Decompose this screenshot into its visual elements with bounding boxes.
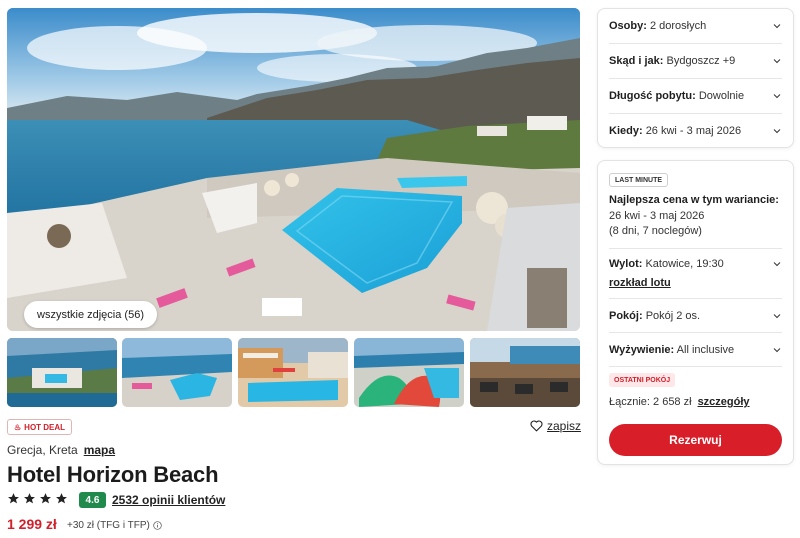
price-extra-text: +30 zł (TFG i TFP)	[67, 520, 150, 531]
chevron-down-icon	[773, 129, 781, 134]
filter-origin[interactable]: Skąd i jak: Bydgoszcz +9	[609, 44, 782, 78]
filter-duration[interactable]: Długość pobytu: Dowolnie	[609, 79, 782, 113]
price-extra: +30 zł (TFG i TFP)	[67, 520, 162, 531]
chevron-down-icon	[773, 262, 781, 267]
flight-schedule-link[interactable]: rozkład lotu	[609, 277, 671, 289]
best-price-title: Najlepsza cena w tym wariancie:	[609, 194, 779, 206]
board-label: Wyżywienie:	[609, 344, 675, 356]
location: Grecja, Kreta mapa	[7, 443, 115, 457]
thumbnail-5[interactable]	[470, 338, 580, 407]
book-button[interactable]: Rezerwuj	[609, 424, 782, 456]
flight-select[interactable]: Wylot: Katowice, 19:30	[609, 249, 782, 279]
filter-when-value: 26 kwi - 3 maj 2026	[645, 125, 742, 137]
save-label: zapisz	[547, 419, 582, 433]
save-button[interactable]: zapisz	[530, 419, 581, 433]
offer-nights: (8 dni, 7 noclegów)	[609, 225, 702, 237]
room-label: Pokój:	[609, 310, 643, 322]
thumbnail-restaurant-photo	[470, 338, 580, 407]
offer-dates: 26 kwi - 3 maj 2026	[609, 210, 705, 222]
star-rating	[7, 492, 68, 505]
location-text: Grecja, Kreta	[7, 443, 78, 457]
all-photos-button[interactable]: wszystkie zdjęcia (56)	[24, 301, 157, 328]
filter-persons-label: Osoby:	[609, 20, 647, 32]
flight-label: Wylot:	[609, 258, 643, 270]
board-select[interactable]: Wyżywienie: All inclusive	[609, 333, 782, 367]
last-room-badge: OSTATNI POKÓJ	[609, 373, 676, 387]
price: 1 299 zł	[7, 516, 57, 532]
map-link[interactable]: mapa	[84, 443, 115, 457]
heart-icon	[530, 420, 543, 432]
thumbnail-evening-pool-photo	[238, 338, 348, 407]
hot-deal-label: HOT DEAL	[24, 422, 66, 432]
rating-badge: 4.6	[79, 492, 106, 508]
offer-panel: LAST MINUTE Najlepsza cena w tym warianc…	[597, 160, 794, 465]
filter-origin-value: Bydgoszcz +9	[666, 55, 736, 67]
thumbnail-aerial-photo	[7, 338, 117, 407]
board-value: All inclusive	[676, 344, 735, 356]
thumbnail-2[interactable]	[122, 338, 232, 407]
thumbnail-waterslides-photo	[354, 338, 464, 407]
thumbnail-pool-terrace-photo	[122, 338, 232, 407]
flame-icon: ♨	[14, 422, 22, 432]
star-icon	[8, 493, 19, 504]
filter-duration-label: Długość pobytu:	[609, 90, 696, 102]
filter-persons[interactable]: Osoby: 2 dorosłych	[609, 9, 782, 43]
flight-value: Katowice, 19:30	[645, 258, 724, 270]
filter-when[interactable]: Kiedy: 26 kwi - 3 maj 2026	[609, 114, 782, 148]
total-label: Łącznie: 2 658 zł	[609, 396, 692, 408]
info-icon[interactable]	[153, 521, 162, 530]
star-icon	[56, 493, 67, 504]
chevron-down-icon	[773, 314, 781, 319]
search-filters-panel: Osoby: 2 dorosłych Skąd i jak: Bydgoszcz…	[597, 8, 794, 148]
details-link[interactable]: szczegóły	[698, 396, 750, 408]
star-icon	[24, 493, 35, 504]
hotel-name: Hotel Horizon Beach	[7, 462, 219, 487]
last-minute-badge: LAST MINUTE	[609, 173, 669, 187]
chevron-down-icon	[773, 94, 781, 99]
thumbnail-4[interactable]	[354, 338, 464, 407]
chevron-down-icon	[773, 59, 781, 64]
reviews-link[interactable]: 2532 opinii klientów	[112, 493, 225, 507]
star-icon	[40, 493, 51, 504]
room-value: Pokój 2 os.	[645, 310, 701, 322]
chevron-down-icon	[773, 24, 781, 29]
total-price: Łącznie: 2 658 zł szczegóły	[609, 396, 750, 408]
divider	[609, 366, 782, 367]
room-select[interactable]: Pokój: Pokój 2 os.	[609, 299, 782, 333]
thumbnail-3[interactable]	[238, 338, 348, 407]
thumbnail-1[interactable]	[7, 338, 117, 407]
hotel-pool-sea-photo	[7, 8, 580, 331]
filter-when-label: Kiedy:	[609, 125, 643, 137]
filter-duration-value: Dowolnie	[698, 90, 745, 102]
main-gallery-photo[interactable]: wszystkie zdjęcia (56)	[7, 8, 580, 331]
filter-origin-label: Skąd i jak:	[609, 55, 664, 67]
chevron-down-icon	[773, 348, 781, 353]
filter-persons-value: 2 dorosłych	[649, 20, 707, 32]
hot-deal-badge: ♨ HOT DEAL	[7, 419, 73, 435]
